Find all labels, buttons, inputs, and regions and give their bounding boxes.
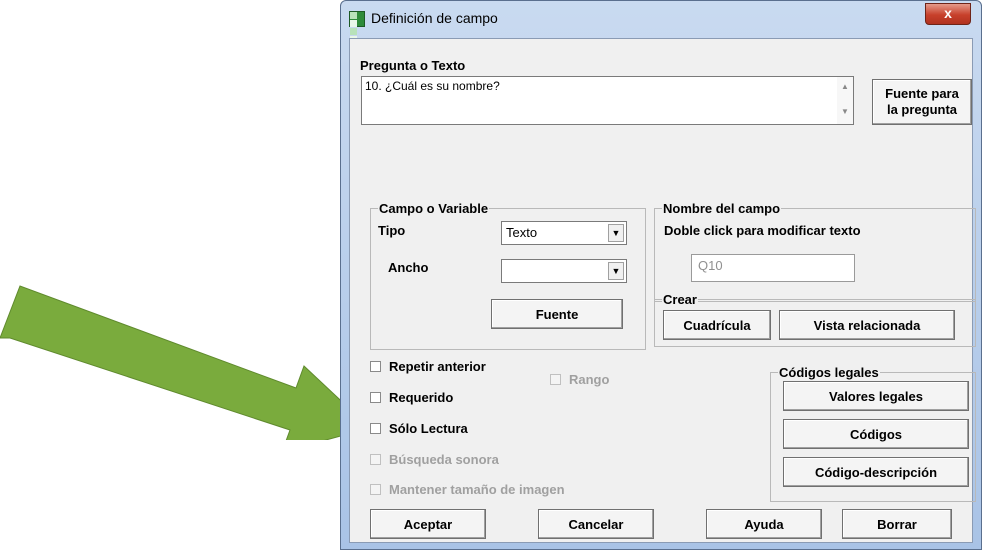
checkbox-icon [370,454,381,465]
fuente-button[interactable]: Fuente [491,299,623,329]
question-textarea[interactable]: 10. ¿Cuál es su nombre? ▲ ▼ [361,76,854,125]
dialog-body: Pregunta o Texto 10. ¿Cuál es su nombre?… [349,38,976,543]
solo-lectura-label: Sólo Lectura [389,421,468,436]
scroll-up-icon[interactable]: ▲ [841,82,849,91]
repetir-anterior-label: Repetir anterior [389,359,486,374]
question-font-button[interactable]: Fuente para la pregunta [872,79,972,125]
checkbox-icon[interactable] [370,361,381,372]
close-button[interactable]: x [925,3,971,25]
crear-group: Crear Cuadrícula Vista relacionada [654,292,976,347]
tipo-label: Tipo [378,223,406,238]
window-title: Definición de campo [371,10,498,26]
checkbox-icon[interactable] [370,423,381,434]
field-name-input[interactable]: Q10 [691,254,855,282]
nombre-campo-hint: Doble click para modificar texto [664,223,861,238]
codigos-legales-title: Códigos legales [778,365,880,380]
nombre-campo-group: Nombre del campo Doble click para modifi… [654,201,976,302]
question-scrollbar[interactable]: ▲ ▼ [837,77,853,124]
codigos-legales-group: Códigos legales Valores legales Códigos … [770,365,976,502]
cuadricula-button[interactable]: Cuadrícula [663,310,771,340]
mantener-tamano-label: Mantener tamaño de imagen [389,482,565,497]
rango-checkbox: Rango [550,372,609,387]
field-definition-window: Definición de campo x Pregunta o Texto 1… [340,0,982,550]
requerido-checkbox[interactable]: Requerido [370,390,453,405]
requerido-label: Requerido [389,390,454,405]
busqueda-sonora-checkbox: Búsqueda sonora [370,452,499,467]
codigo-descripcion-button[interactable]: Código-descripción [783,457,969,487]
question-label: Pregunta o Texto [360,58,466,73]
nombre-campo-title: Nombre del campo [662,201,782,216]
green-arrow-icon [0,285,360,440]
tipo-value: Texto [506,225,538,240]
repetir-anterior-checkbox[interactable]: Repetir anterior [370,359,486,374]
mantener-tamano-checkbox: Mantener tamaño de imagen [370,482,565,497]
campo-variable-title: Campo o Variable [378,201,490,216]
codigos-button[interactable]: Códigos [783,419,969,449]
question-text: 10. ¿Cuál es su nombre? [365,79,500,93]
app-icon [349,11,365,43]
campo-variable-group: Campo o Variable Tipo Texto ▼ Ancho ▼ Fu… [370,201,646,350]
chevron-down-icon[interactable]: ▼ [608,224,624,242]
chevron-down-icon[interactable]: ▼ [608,262,624,280]
vista-relacionada-button[interactable]: Vista relacionada [779,310,955,340]
crear-title: Crear [662,292,698,307]
question-font-label: Fuente para la pregunta [885,86,959,117]
aceptar-button[interactable]: Aceptar [370,509,486,539]
borrar-button[interactable]: Borrar [842,509,952,539]
title-bar[interactable]: Definición de campo x [341,1,981,43]
scroll-down-icon[interactable]: ▼ [841,107,849,116]
cancelar-button[interactable]: Cancelar [538,509,654,539]
ancho-label: Ancho [388,260,429,275]
valores-legales-button[interactable]: Valores legales [783,381,969,411]
ancho-select[interactable]: ▼ [501,259,627,283]
checkbox-icon [550,374,561,385]
ayuda-button[interactable]: Ayuda [706,509,822,539]
solo-lectura-checkbox[interactable]: Sólo Lectura [370,421,468,436]
busqueda-sonora-label: Búsqueda sonora [389,452,499,467]
tipo-select[interactable]: Texto ▼ [501,221,627,245]
rango-label: Rango [569,372,610,387]
checkbox-icon [370,484,381,495]
checkbox-icon[interactable] [370,392,381,403]
